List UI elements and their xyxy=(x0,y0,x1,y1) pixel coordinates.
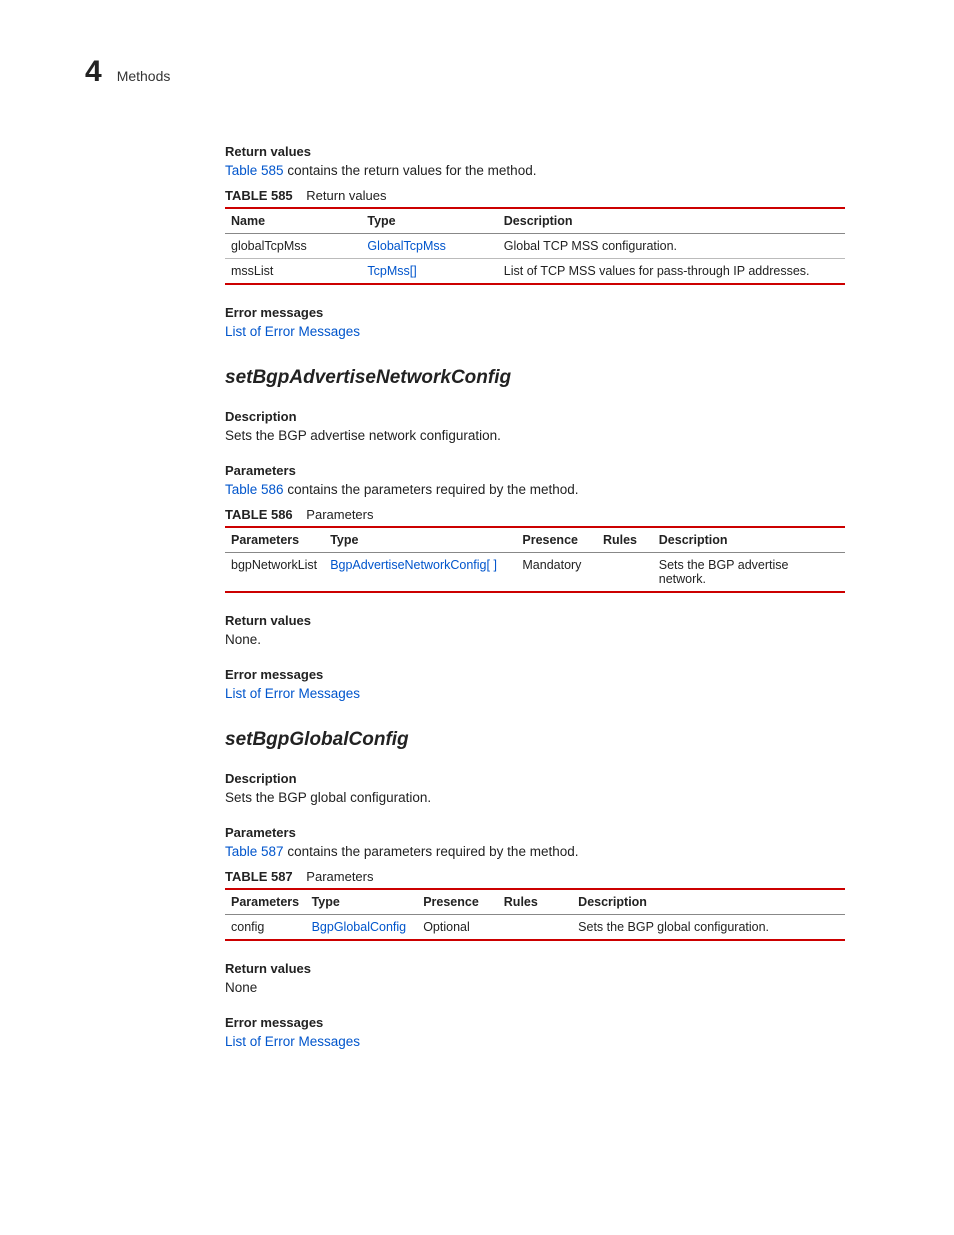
table-585-caption: TABLE 585 Return values xyxy=(225,188,845,203)
table-587-title: Parameters xyxy=(306,869,373,884)
cell-presence: Mandatory xyxy=(516,553,597,593)
return-values-intro: Table 585 contains the return values for… xyxy=(225,163,845,178)
return-values-intro-rest: contains the return values for the metho… xyxy=(284,163,537,178)
description-text: Sets the BGP advertise network configura… xyxy=(225,428,845,443)
running-header: 4 Methods xyxy=(85,55,869,89)
table-587-link[interactable]: Table 587 xyxy=(225,844,284,859)
method-title-setbgpglobal: setBgpGlobalConfig xyxy=(225,729,845,751)
description-heading: Description xyxy=(225,409,845,424)
table-585: Name Type Description globalTcpMss Globa… xyxy=(225,207,845,285)
table-585-title: Return values xyxy=(306,188,386,203)
description-heading: Description xyxy=(225,771,845,786)
description-text: Sets the BGP global configuration. xyxy=(225,790,845,805)
parameters-heading: Parameters xyxy=(225,825,845,840)
col-name: Name xyxy=(225,208,361,234)
cell-rules xyxy=(597,553,653,593)
return-values-text: None. xyxy=(225,632,845,647)
table-585-link[interactable]: Table 585 xyxy=(225,163,284,178)
cell-desc: Global TCP MSS configuration. xyxy=(498,234,845,259)
table-585-label: TABLE 585 xyxy=(225,188,293,203)
table-row: bgpNetworkList BgpAdvertiseNetworkConfig… xyxy=(225,553,845,593)
parameters-heading: Parameters xyxy=(225,463,845,478)
col-type: Type xyxy=(361,208,497,234)
table-586-title: Parameters xyxy=(306,507,373,522)
cell-presence: Optional xyxy=(417,915,498,941)
error-messages-link[interactable]: List of Error Messages xyxy=(225,686,360,701)
col-rules: Rules xyxy=(597,527,653,553)
table-586: Parameters Type Presence Rules Descripti… xyxy=(225,526,845,593)
cell-param: config xyxy=(225,915,306,941)
col-type: Type xyxy=(324,527,516,553)
return-values-heading: Return values xyxy=(225,961,845,976)
error-messages-heading: Error messages xyxy=(225,1015,845,1030)
parameters-intro-rest: contains the parameters required by the … xyxy=(284,844,579,859)
method-title-setbgpadvertise: setBgpAdvertiseNetworkConfig xyxy=(225,367,845,389)
parameters-intro: Table 587 contains the parameters requir… xyxy=(225,844,845,859)
return-values-text: None xyxy=(225,980,845,995)
table-586-link[interactable]: Table 586 xyxy=(225,482,284,497)
cell-rules xyxy=(498,915,572,941)
type-link[interactable]: BgpGlobalConfig xyxy=(312,920,407,934)
col-parameters: Parameters xyxy=(225,527,324,553)
error-messages-link[interactable]: List of Error Messages xyxy=(225,324,360,339)
cell-desc: Sets the BGP global configuration. xyxy=(572,915,845,941)
table-587-label: TABLE 587 xyxy=(225,869,293,884)
chapter-number: 4 xyxy=(85,55,102,89)
error-messages-link[interactable]: List of Error Messages xyxy=(225,1034,360,1049)
table-row: globalTcpMss GlobalTcpMss Global TCP MSS… xyxy=(225,234,845,259)
table-row: mssList TcpMss[] List of TCP MSS values … xyxy=(225,259,845,285)
return-values-heading: Return values xyxy=(225,144,845,159)
col-description: Description xyxy=(498,208,845,234)
col-description: Description xyxy=(653,527,845,553)
cell-name: mssList xyxy=(225,259,361,285)
table-586-label: TABLE 586 xyxy=(225,507,293,522)
table-586-caption: TABLE 586 Parameters xyxy=(225,507,845,522)
parameters-intro: Table 586 contains the parameters requir… xyxy=(225,482,845,497)
col-description: Description xyxy=(572,889,845,915)
col-rules: Rules xyxy=(498,889,572,915)
col-presence: Presence xyxy=(417,889,498,915)
cell-desc: List of TCP MSS values for pass-through … xyxy=(498,259,845,285)
type-link[interactable]: BgpAdvertiseNetworkConfig[ ] xyxy=(330,558,497,572)
parameters-intro-rest: contains the parameters required by the … xyxy=(284,482,579,497)
cell-param: bgpNetworkList xyxy=(225,553,324,593)
type-link[interactable]: GlobalTcpMss xyxy=(367,239,446,253)
col-type: Type xyxy=(306,889,418,915)
col-parameters: Parameters xyxy=(225,889,306,915)
cell-desc: Sets the BGP advertise network. xyxy=(653,553,845,593)
return-values-heading: Return values xyxy=(225,613,845,628)
error-messages-heading: Error messages xyxy=(225,305,845,320)
col-presence: Presence xyxy=(516,527,597,553)
type-link[interactable]: TcpMss[] xyxy=(367,264,416,278)
error-messages-heading: Error messages xyxy=(225,667,845,682)
cell-name: globalTcpMss xyxy=(225,234,361,259)
chapter-title: Methods xyxy=(117,68,171,84)
table-587: Parameters Type Presence Rules Descripti… xyxy=(225,888,845,941)
table-row: config BgpGlobalConfig Optional Sets the… xyxy=(225,915,845,941)
table-587-caption: TABLE 587 Parameters xyxy=(225,869,845,884)
